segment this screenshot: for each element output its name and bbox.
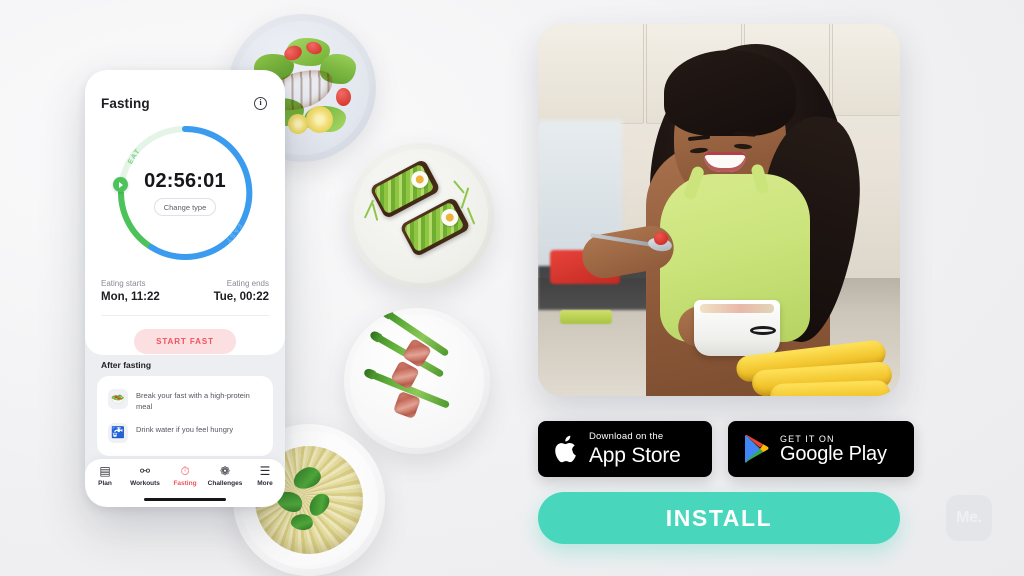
- app-store-small-label: Download on the: [589, 431, 664, 443]
- avocado-toast-plate: [348, 143, 494, 289]
- target-icon: ❁: [219, 464, 231, 478]
- timer-icon: ⏱: [180, 464, 190, 478]
- tab-plan[interactable]: ▤ Plan: [85, 464, 125, 488]
- after-fasting-title: After fasting: [101, 360, 152, 370]
- hamburger-icon: ☰: [259, 464, 271, 478]
- hero-photo: [538, 24, 900, 396]
- page-title: Fasting: [101, 96, 150, 111]
- eating-starts: Eating starts Mon, 11:22: [101, 279, 160, 303]
- tab-challenges[interactable]: ❁ Challenges: [205, 464, 245, 488]
- fasting-progress-ring: EAT FAST 02:56:01 Change type: [112, 121, 257, 265]
- plan-icon: ▤: [99, 464, 111, 478]
- phone-mockup: Fasting EAT: [85, 70, 285, 507]
- ring-center: 02:56:01 Change type: [113, 121, 257, 265]
- dumbbell-icon: ⚯: [139, 464, 151, 478]
- eating-ends-label: Eating ends: [226, 279, 269, 288]
- tab-fasting-label: Fasting: [173, 480, 197, 487]
- change-type-button[interactable]: Change type: [153, 198, 217, 216]
- home-indicator: [144, 497, 226, 501]
- store-badges: Download on the App Store GET IT ON Goog…: [538, 421, 914, 477]
- after-fasting-tip-list: 🥗 Break your fast with a high-protein me…: [97, 376, 273, 456]
- bottom-tab-bar: ▤ Plan ⚯ Workouts ⏱ Fasting ❁ Challenges…: [85, 459, 285, 507]
- card-divider: [101, 315, 269, 316]
- fasting-card-header: Fasting: [85, 70, 285, 111]
- ad-canvas: Fasting EAT: [0, 0, 1024, 576]
- app-store-badge[interactable]: Download on the App Store: [538, 421, 712, 477]
- tab-challenges-label: Challenges: [207, 480, 243, 487]
- install-button[interactable]: INSTALL: [538, 492, 900, 544]
- water-tap-icon: 🚰: [108, 422, 128, 443]
- google-play-big-label: Google Play: [780, 442, 887, 465]
- after-fasting-section: After fasting 🥗 Break your fast with a h…: [85, 360, 285, 456]
- list-item[interactable]: 🚰 Drink water if you feel hungry: [106, 418, 264, 448]
- eating-ends: Eating ends Tue, 00:22: [214, 279, 269, 303]
- tab-plan-label: Plan: [98, 480, 112, 487]
- brand-watermark: Me.: [946, 495, 992, 541]
- app-store-big-label: App Store: [589, 443, 681, 467]
- list-item[interactable]: 🥗 Break your fast with a high-protein me…: [106, 384, 264, 418]
- tip-text: Drink water if you feel hungry: [136, 424, 234, 434]
- eating-starts-value: Mon, 11:22: [101, 291, 160, 303]
- apple-icon: [555, 435, 576, 462]
- fasting-card: Fasting EAT: [85, 70, 285, 355]
- tip-text: Break your fast with a high-protein meal: [136, 391, 250, 411]
- google-play-badge[interactable]: GET IT ON Google Play: [728, 421, 914, 477]
- eating-window-row: Eating starts Mon, 11:22 Eating ends Tue…: [85, 265, 285, 303]
- google-play-icon: [745, 434, 769, 463]
- tab-fasting[interactable]: ⏱ Fasting: [165, 464, 205, 488]
- tab-workouts-label: Workouts: [130, 480, 160, 487]
- tab-more[interactable]: ☰ More: [245, 464, 285, 488]
- fasting-timer: 02:56:01: [144, 170, 226, 192]
- tab-workouts[interactable]: ⚯ Workouts: [125, 464, 165, 488]
- bacon-wrapped-asparagus-plate: [344, 308, 490, 454]
- tab-more-label: More: [257, 480, 273, 487]
- eating-ends-value: Tue, 00:22: [213, 291, 269, 303]
- salad-bowl-icon: 🥗: [108, 389, 128, 409]
- info-icon[interactable]: [254, 97, 267, 110]
- eating-starts-label: Eating starts: [101, 279, 146, 288]
- start-fast-button[interactable]: START FAST: [134, 329, 236, 354]
